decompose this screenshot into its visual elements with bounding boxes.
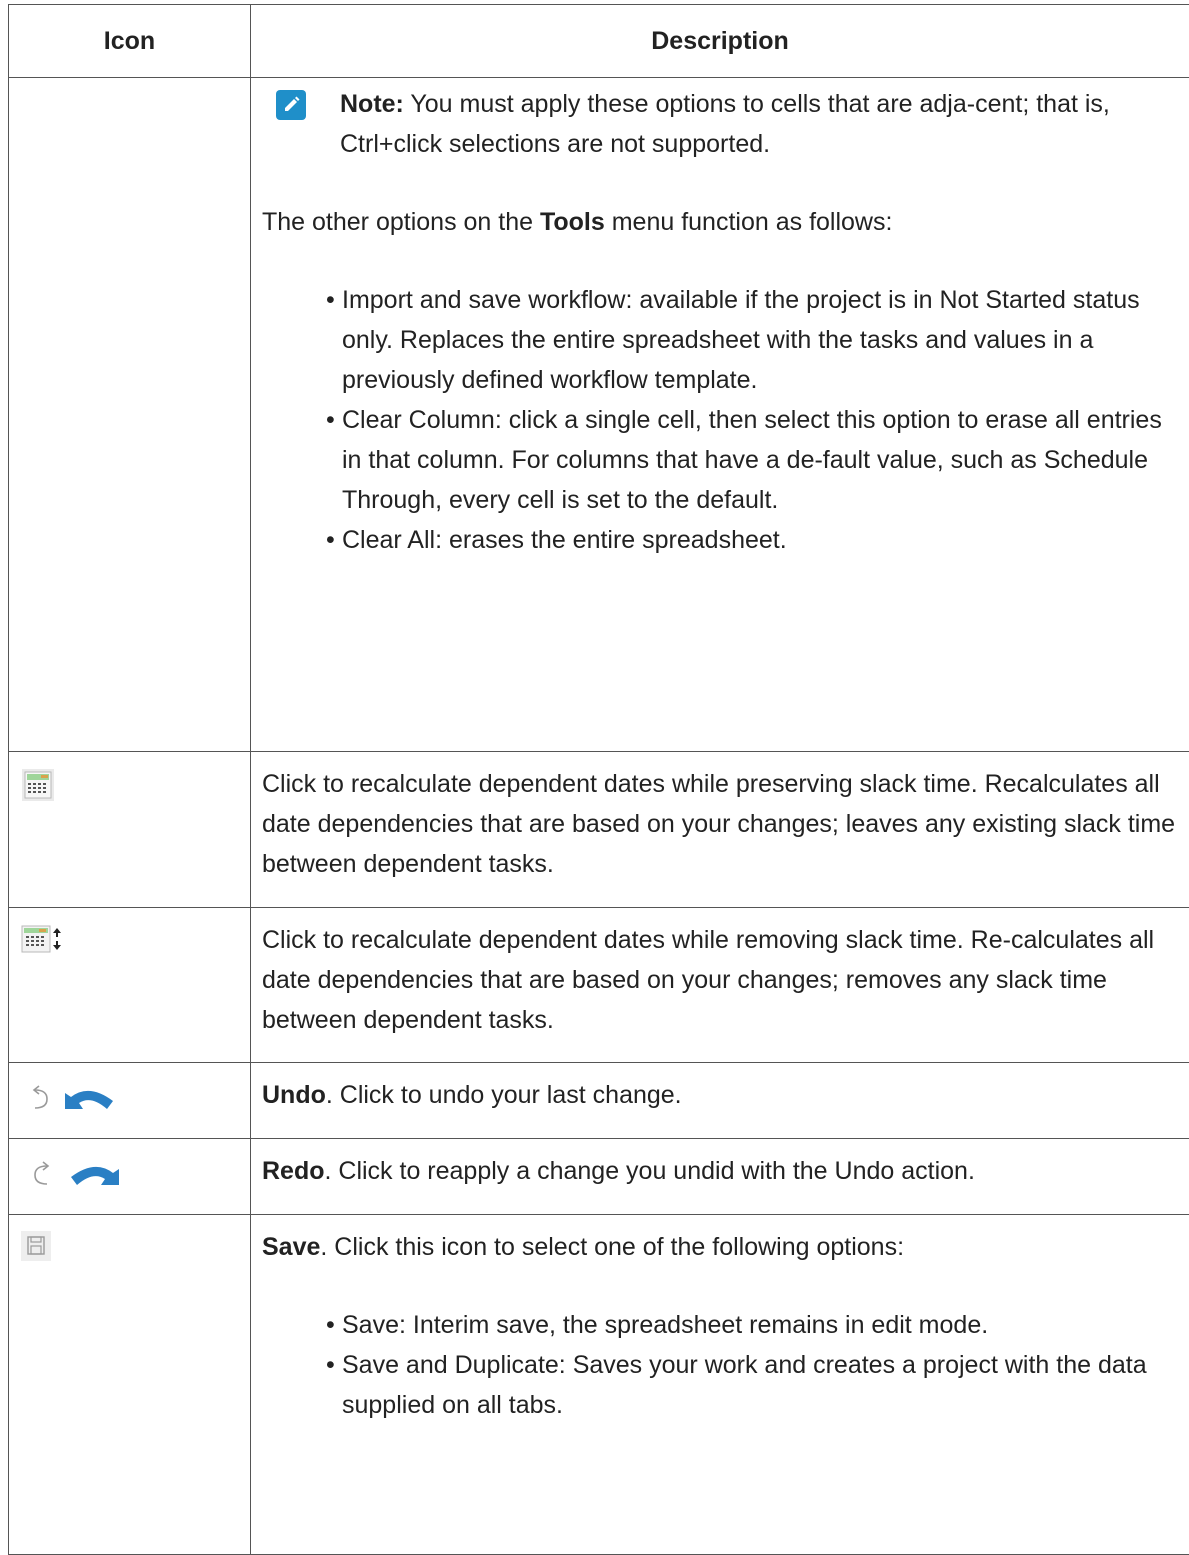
list-item-text: Save: Interim save, the spreadsheet rema…	[342, 1311, 988, 1339]
row-text: Save. Click this icon to select one of t…	[262, 1227, 1179, 1267]
icon-description-table: Icon Description Note: You must apply th…	[8, 4, 1189, 1555]
list-item: •Clear All: erases the entire spreadshee…	[342, 520, 1179, 560]
note-label: Note:	[340, 90, 404, 118]
note-block: Note: You must apply these options to ce…	[262, 84, 1179, 164]
row-text: Click to recalculate dependent dates whi…	[262, 764, 1179, 884]
description-cell: Click to recalculate dependent dates whi…	[251, 908, 1189, 1063]
icon-cell-empty	[9, 78, 251, 752]
tools-options-list: •Import and save workflow: available if …	[262, 280, 1179, 560]
description-cell: Note: You must apply these options to ce…	[251, 78, 1189, 752]
list-item: •Save and Duplicate: Saves your work and…	[342, 1345, 1179, 1425]
save-label: Save	[262, 1233, 320, 1261]
redo-label: Redo	[262, 1157, 325, 1185]
redo-icon	[21, 1157, 121, 1196]
save-text: . Click this icon to select one of the f…	[320, 1233, 904, 1261]
table-row: Click to recalculate dependent dates whi…	[9, 908, 1189, 1063]
icon-cell	[9, 1139, 251, 1215]
tools-intro-text: The other options on the	[262, 208, 540, 236]
description-cell: Click to recalculate dependent dates whi…	[251, 752, 1189, 908]
icon-cell	[9, 752, 251, 908]
list-item: •Import and save workflow: available if …	[342, 280, 1179, 400]
save-icon	[21, 1231, 51, 1266]
list-item: •Clear Column: click a single cell, then…	[342, 400, 1179, 520]
table-row: Save. Click this icon to select one of t…	[9, 1215, 1189, 1555]
table-row: Redo. Click to reapply a change you undi…	[9, 1139, 1189, 1215]
icon-cell	[9, 908, 251, 1063]
description-cell: Redo. Click to reapply a change you undi…	[251, 1139, 1189, 1215]
description-cell: Undo. Click to undo your last change.	[251, 1063, 1189, 1139]
save-options-list: •Save: Interim save, the spreadsheet rem…	[262, 1305, 1179, 1425]
undo-text: . Click to undo your last change.	[326, 1081, 682, 1109]
icon-column-header: Icon	[9, 5, 251, 78]
bullet: •	[326, 1305, 335, 1345]
redo-text: . Click to reapply a change you undid wi…	[325, 1157, 975, 1185]
description-column-header: Description	[251, 5, 1189, 78]
list-item-text: Save and Duplicate: Saves your work and …	[342, 1351, 1147, 1419]
table-row: Note: You must apply these options to ce…	[9, 78, 1189, 752]
tools-menu-name: Tools	[540, 208, 605, 236]
bullet: •	[326, 400, 335, 440]
bullet: •	[326, 280, 335, 320]
row-text: Redo. Click to reapply a change you undi…	[262, 1151, 1179, 1191]
table-row: Undo. Click to undo your last change.	[9, 1063, 1189, 1139]
list-item-text: Import and save workflow: available if t…	[342, 286, 1140, 394]
row-text: Click to recalculate dependent dates whi…	[262, 920, 1179, 1040]
calendar-recalc-remove-icon	[21, 924, 67, 959]
table-row: Click to recalculate dependent dates whi…	[9, 752, 1189, 908]
undo-label: Undo	[262, 1081, 326, 1109]
note-pencil-icon	[276, 90, 306, 120]
list-item-text: Clear Column: click a single cell, then …	[342, 406, 1162, 514]
icon-cell	[9, 1215, 251, 1555]
list-item-text: Clear All: erases the entire spreadsheet…	[342, 526, 787, 554]
undo-icon	[21, 1081, 121, 1120]
table-header-row: Icon Description	[9, 5, 1189, 78]
tools-intro-text-end: menu function as follows:	[605, 208, 893, 236]
description-cell: Save. Click this icon to select one of t…	[251, 1215, 1189, 1555]
row-text: Undo. Click to undo your last change.	[262, 1075, 1179, 1115]
icon-cell	[9, 1063, 251, 1139]
bullet: •	[326, 520, 335, 560]
calendar-recalc-preserve-icon	[21, 768, 55, 807]
list-item: •Save: Interim save, the spreadsheet rem…	[342, 1305, 1179, 1345]
tools-intro: The other options on the Tools menu func…	[262, 202, 1179, 242]
bullet: •	[326, 1345, 335, 1385]
note-text: You must apply these options to cells th…	[340, 90, 1110, 158]
